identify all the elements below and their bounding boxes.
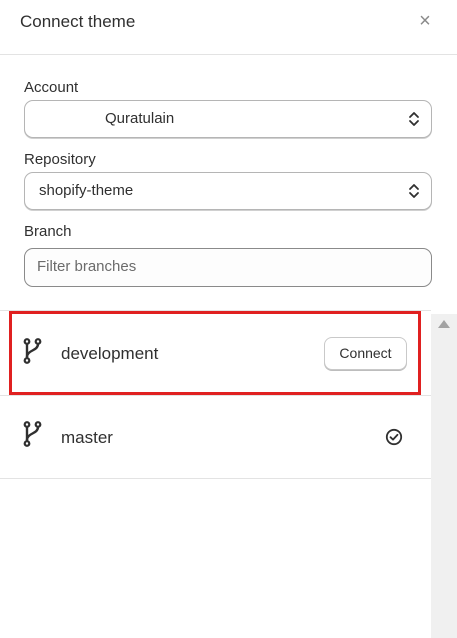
repository-value: shopify-theme xyxy=(39,182,134,199)
branch-filter-input[interactable] xyxy=(37,258,417,275)
git-branch-icon xyxy=(23,421,42,447)
account-label: Account xyxy=(24,79,79,96)
branch-name: master xyxy=(61,428,113,447)
highlight-box xyxy=(9,311,421,395)
close-icon[interactable]: × xyxy=(416,10,434,32)
account-value: Quratulain xyxy=(105,110,175,127)
select-chevron-icon xyxy=(409,184,419,198)
select-chevron-icon xyxy=(409,112,419,126)
modal-header: Connect theme × xyxy=(0,0,457,55)
divider xyxy=(0,478,431,479)
branch-row-master[interactable]: master xyxy=(0,396,431,480)
scrollbar[interactable] xyxy=(431,314,457,638)
repository-label: Repository xyxy=(24,151,96,168)
account-select[interactable]: Quratulain xyxy=(24,100,432,138)
scroll-up-arrow-icon[interactable] xyxy=(438,320,450,328)
modal-title: Connect theme xyxy=(20,12,136,31)
branch-filter-field[interactable] xyxy=(24,248,432,287)
branch-label: Branch xyxy=(24,223,72,240)
repository-select[interactable]: shopify-theme xyxy=(24,172,432,210)
connected-check-icon xyxy=(385,428,403,446)
